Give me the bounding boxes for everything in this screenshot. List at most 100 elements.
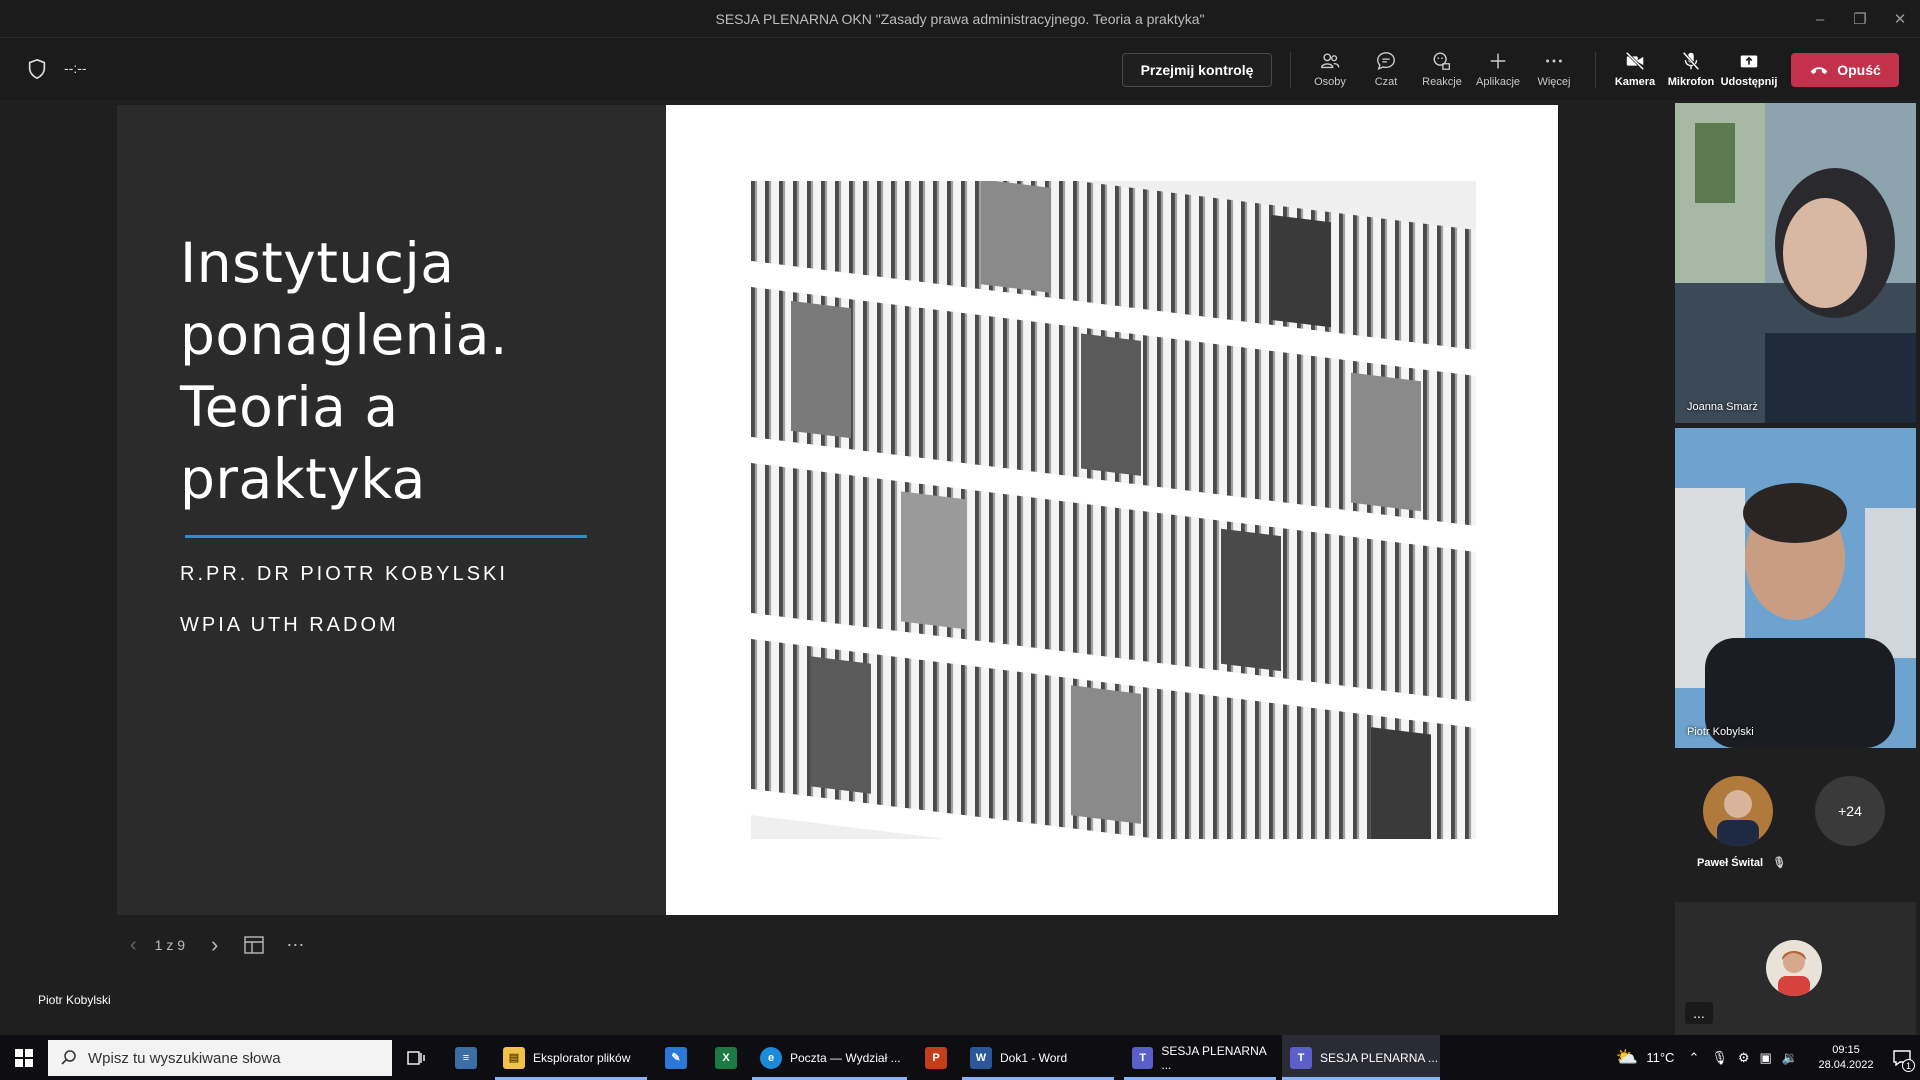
slide-text-panel: Instytucja ponaglenia. Teoria a praktyka…	[117, 105, 666, 915]
participant-name: Paweł Śwital 🎙	[1697, 856, 1786, 869]
take-control-button[interactable]: Przejmij kontrolę	[1122, 53, 1272, 87]
meeting-toolbar: --:-- Przejmij kontrolę Osoby Czat Reakc…	[0, 38, 1920, 100]
taskbar-app-explorer[interactable]: ▤ Eksplorator plików	[495, 1035, 647, 1080]
window-controls: – ❐ ✕	[1800, 0, 1920, 38]
reactions-button[interactable]: Reakcje	[1415, 46, 1469, 94]
slide-grid-icon[interactable]	[244, 936, 265, 954]
microphone-button[interactable]: Mikrofon	[1664, 46, 1718, 94]
slide-affiliation: WPIA UTH RADOM	[180, 614, 399, 636]
notification-count: 1	[1902, 1059, 1915, 1072]
people-icon	[1321, 53, 1340, 69]
participant-video	[1675, 103, 1916, 423]
windows-logo-icon	[15, 1048, 33, 1067]
minimize-button[interactable]: –	[1800, 0, 1840, 38]
previous-slide-icon[interactable]: ‹	[130, 934, 137, 957]
slide-title-line: Instytucja	[180, 231, 455, 295]
leave-button[interactable]: Opuść	[1791, 53, 1899, 87]
slide-author: R.PR. DR PIOTR KOBYLSKI	[180, 563, 508, 585]
more-button[interactable]: Więcej	[1527, 46, 1581, 94]
taskbar-app-blue[interactable]: ✎	[664, 1035, 688, 1080]
self-avatar	[1766, 940, 1822, 996]
chat-button[interactable]: Czat	[1359, 46, 1413, 94]
mic-muted-icon: 🎙	[1772, 857, 1787, 869]
taskbar-app-label: SESJA PLENARNA ...	[1161, 1043, 1267, 1072]
network-icon[interactable]: ▣	[1760, 1050, 1772, 1066]
tile-more-options-button[interactable]: ...	[1685, 1002, 1713, 1024]
taskbar-app-word[interactable]: W Dok1 - Word	[962, 1035, 1114, 1080]
taskbar-app-edge[interactable]: e Poczta — Wydział ...	[752, 1035, 907, 1080]
slide-navigation: ‹ 1 z 9 › ⋯	[130, 930, 305, 960]
slide-more-options[interactable]: ⋯	[286, 935, 305, 956]
participant-tile-piotr[interactable]: Piotr Kobylski	[1675, 428, 1916, 748]
tray-app-icon[interactable]: ⚙	[1738, 1050, 1750, 1066]
title-bar: SESJA PLENARNA OKN "Zasady prawa adminis…	[0, 0, 1920, 38]
search-placeholder: Wpisz tu wyszukiwane słowa	[88, 1049, 281, 1067]
close-button[interactable]: ✕	[1880, 0, 1920, 38]
next-slide-icon[interactable]: ›	[211, 932, 218, 958]
participant-video	[1675, 428, 1916, 748]
participant-name: Joanna Smarż	[1687, 401, 1758, 413]
participant-tile-joanna[interactable]: Joanna Smarż	[1675, 103, 1916, 423]
camera-off-icon	[1625, 51, 1645, 71]
microphone-tray-icon[interactable]: 🎙	[1711, 1050, 1728, 1066]
microphone-label: Mikrofon	[1667, 76, 1715, 88]
notifications-button[interactable]: 1	[1884, 1035, 1920, 1080]
people-label: Osoby	[1314, 76, 1346, 88]
taskbar-search[interactable]: Wpisz tu wyszukiwane słowa	[48, 1040, 392, 1076]
building-facade-photo	[751, 181, 1476, 839]
task-view-icon	[407, 1050, 425, 1065]
slide-title-line: Teoria a	[180, 375, 399, 439]
share-label: Udostępnij	[1720, 76, 1778, 88]
slide-counter: 1 z 9	[154, 937, 186, 953]
reactions-icon	[1433, 52, 1450, 70]
edge-icon: e	[760, 1046, 782, 1069]
document-app-icon: ✎	[665, 1046, 687, 1069]
windows-taskbar: Wpisz tu wyszukiwane słowa ≡ ▤ Eksplorat…	[0, 1035, 1920, 1080]
slide-title-line: ponaglenia.	[180, 303, 508, 367]
reactions-label: Reakcje	[1422, 76, 1462, 88]
taskbar-app-label: SESJA PLENARNA ...	[1320, 1050, 1439, 1065]
task-view-button[interactable]	[404, 1035, 428, 1080]
more-icon	[1546, 59, 1562, 63]
excel-icon: X	[715, 1046, 737, 1069]
taskbar-app-powerpoint[interactable]: P	[924, 1035, 948, 1080]
volume-icon[interactable]: 🔉	[1782, 1050, 1798, 1066]
more-label: Więcej	[1537, 76, 1571, 88]
powerpoint-icon: P	[925, 1046, 947, 1069]
participant-avatar-pawel[interactable]	[1703, 776, 1773, 846]
camera-label: Kamera	[1614, 76, 1656, 88]
toolbar-divider	[1595, 52, 1596, 88]
word-icon: W	[970, 1046, 992, 1069]
slide-title-line: praktyka	[180, 447, 426, 511]
restore-button[interactable]: ❐	[1840, 0, 1880, 38]
mic-off-icon	[1682, 51, 1700, 71]
self-view-tile[interactable]: ...	[1675, 902, 1916, 1035]
people-button[interactable]: Osoby	[1303, 46, 1357, 94]
more-participants-button[interactable]: +24	[1815, 776, 1885, 846]
calculator-app[interactable]: ≡	[454, 1035, 478, 1080]
apps-button[interactable]: Aplikacje	[1471, 46, 1525, 94]
presenter-name: Piotr Kobylski	[38, 993, 111, 1007]
start-button[interactable]	[0, 1035, 48, 1080]
participant-name-text: Paweł Śwital	[1697, 857, 1764, 869]
chevron-up-icon[interactable]: ⌃	[1688, 1050, 1699, 1066]
camera-button[interactable]: Kamera	[1608, 46, 1662, 94]
clock-date: 28.04.2022	[1818, 1058, 1874, 1071]
shield-icon	[28, 58, 46, 80]
taskbar-app-teams-1[interactable]: T SESJA PLENARNA ...	[1124, 1035, 1276, 1080]
meeting-timer: --:--	[64, 60, 87, 76]
chat-icon	[1377, 52, 1395, 71]
taskbar-app-excel[interactable]: X	[714, 1035, 738, 1080]
clock-time: 09:15	[1832, 1043, 1860, 1056]
taskbar-app-teams-2[interactable]: T SESJA PLENARNA ...	[1282, 1035, 1440, 1080]
slide-title: Instytucja ponaglenia. Teoria a praktyka	[180, 227, 650, 515]
clock[interactable]: 09:15 28.04.2022	[1808, 1043, 1884, 1073]
share-button[interactable]: Udostępnij	[1720, 46, 1778, 94]
avatar	[1703, 776, 1773, 846]
folder-icon: ▤	[503, 1046, 525, 1069]
plus-icon	[1490, 53, 1506, 69]
slide-image-panel	[666, 105, 1558, 915]
leave-label: Opuść	[1837, 62, 1881, 78]
window-title: SESJA PLENARNA OKN "Zasady prawa adminis…	[715, 10, 1205, 27]
temperature[interactable]: 11°C	[1646, 1050, 1674, 1065]
